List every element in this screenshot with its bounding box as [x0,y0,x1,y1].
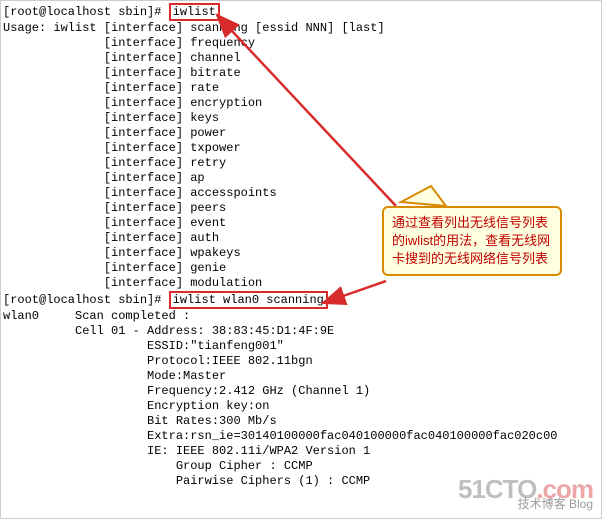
option-line: [interface] retry [3,156,599,171]
option-line: [interface] keys [3,111,599,126]
cell-detail-line: Extra:rsn_ie=30140100000fac040100000fac0… [3,429,599,444]
scan-header: wlan0 Scan completed : [3,309,599,324]
command-highlight-iwlist: iwlist [169,3,220,21]
cell-detail-line: Frequency:2.412 GHz (Channel 1) [3,384,599,399]
cell-detail-line: Encryption key:on [3,399,599,414]
cell-detail-line: Pairwise Ciphers (1) : CCMP [3,474,599,489]
option-line: [interface] ap [3,171,599,186]
watermark-subtext: 技术博客 Blog [458,497,593,512]
cell-detail-line: Bit Rates:300 Mb/s [3,414,599,429]
option-line: [interface] bitrate [3,66,599,81]
cell-header: Cell 01 - Address: 38:83:45:D1:4F:9E [3,324,599,339]
terminal-line: [root@localhost sbin]# iwlist wlan0 scan… [3,291,599,309]
option-line: [interface] modulation [3,276,599,291]
command-highlight-scan: iwlist wlan0 scanning [169,291,328,309]
terminal-line: [root@localhost sbin]# iwlist [3,3,599,21]
option-line: [interface] encryption [3,96,599,111]
annotation-callout: 通过查看列出无线信号列表的iwlist的用法，查看无线网卡搜到的无线网络信号列表 [382,206,562,276]
usage-line: Usage: iwlist [interface] scanning [essi… [3,21,599,36]
shell-prompt: [root@localhost sbin]# [3,5,169,19]
option-line: [interface] power [3,126,599,141]
option-line: [interface] txpower [3,141,599,156]
option-line: [interface] accesspoints [3,186,599,201]
option-line: [interface] channel [3,51,599,66]
cell-detail-line: Mode:Master [3,369,599,384]
option-line: [interface] rate [3,81,599,96]
cell-detail-line: IE: IEEE 802.11i/WPA2 Version 1 [3,444,599,459]
cell-details-block: ESSID:"tianfeng001" Protocol:IEEE 802.11… [3,339,599,489]
cell-detail-line: ESSID:"tianfeng001" [3,339,599,354]
cell-detail-line: Protocol:IEEE 802.11bgn [3,354,599,369]
cell-detail-line: Group Cipher : CCMP [3,459,599,474]
option-line: [interface] frequency [3,36,599,51]
shell-prompt: [root@localhost sbin]# [3,293,169,307]
